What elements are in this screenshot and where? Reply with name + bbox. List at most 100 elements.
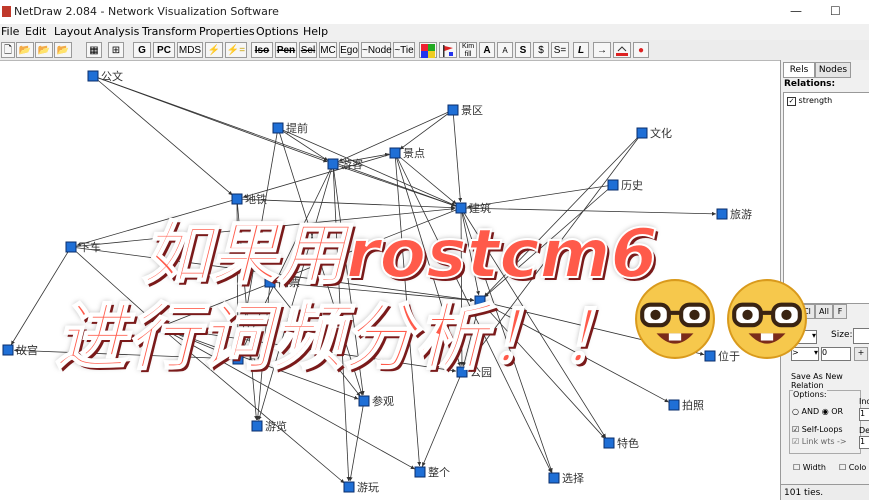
mc-button[interactable]: MC: [319, 42, 337, 58]
open-folder-2-icon[interactable]: 📂: [35, 42, 53, 58]
menu-help[interactable]: Help: [303, 25, 328, 38]
self-loops-checkbox[interactable]: ☑ Self-Loops: [792, 425, 843, 434]
nerd-face-icon: [727, 279, 807, 359]
threshold-value: 0: [822, 348, 828, 357]
menu-analysis[interactable]: Analysis: [94, 25, 139, 38]
kim-icon[interactable]: Kim fill: [459, 42, 477, 58]
node-label-zhengge: 整个: [428, 465, 450, 479]
node-button[interactable]: ~Node: [361, 42, 392, 58]
menu-transform[interactable]: Transform: [142, 25, 197, 38]
nerd-face-icon: [635, 279, 715, 359]
menu-properties[interactable]: Properties: [199, 25, 255, 38]
node-label-youke: 游客: [341, 157, 363, 171]
tab-rels[interactable]: Rels: [783, 62, 815, 78]
node-jingqu[interactable]: [447, 104, 459, 116]
color-grid-icon[interactable]: [419, 42, 437, 58]
plus-button[interactable]: +: [854, 347, 868, 361]
width-checkbox[interactable]: ☐ Width: [793, 463, 826, 472]
menu-file[interactable]: File: [1, 25, 19, 38]
toolbar: 🗋 📂 📂 📂 ▦ ⊞ G PC MDS ⚡ ⚡= Iso Pen Sel MC…: [0, 40, 869, 61]
menu-edit[interactable]: Edit: [25, 25, 46, 38]
node-paizhao[interactable]: [668, 399, 680, 411]
edge-tiqian-jianzhu: [277, 127, 456, 206]
node-gugong[interactable]: [2, 344, 14, 356]
menu-layout[interactable]: Layout: [54, 25, 91, 38]
node-wenhua[interactable]: [636, 127, 648, 139]
threshold-field[interactable]: 0: [821, 347, 851, 361]
de-label: De: [859, 426, 869, 435]
link-wts-checkbox[interactable]: ☑ Link wts ->: [792, 437, 847, 446]
minimize-button[interactable]: —: [790, 4, 802, 18]
node-xiache[interactable]: [65, 241, 77, 253]
overlay-title-line2: 进行词频分析！！: [54, 294, 632, 380]
pc-button[interactable]: PC: [153, 42, 175, 58]
node-tiqian[interactable]: [272, 122, 284, 134]
g-button[interactable]: G: [133, 42, 151, 58]
flag-icon[interactable]: [439, 42, 457, 58]
lightning-equal-icon[interactable]: ⚡=: [225, 42, 247, 58]
line-button[interactable]: L: [573, 42, 589, 58]
open-folder-3-icon[interactable]: 📂: [54, 42, 72, 58]
and-radio-label: AND: [801, 407, 820, 416]
node-youwan[interactable]: [343, 481, 355, 493]
relations-list[interactable]: ✓ strength: [783, 92, 869, 304]
dot-button[interactable]: ●: [633, 42, 649, 58]
node-xuanze[interactable]: [548, 472, 560, 484]
f-button[interactable]: F: [833, 304, 847, 319]
size-field[interactable]: [853, 328, 869, 344]
arrow-button[interactable]: →: [593, 42, 611, 58]
sel-button[interactable]: Sel: [299, 42, 317, 58]
color-checkbox[interactable]: ☐ Colo: [839, 463, 866, 472]
node-lishi[interactable]: [607, 179, 619, 191]
relation-item-strength[interactable]: ✓ strength: [787, 96, 832, 106]
node-jingdian[interactable]: [389, 147, 401, 159]
tab-nodes[interactable]: Nodes: [815, 62, 851, 78]
palette-icon[interactable]: [613, 42, 631, 58]
save-as-new-relation-button[interactable]: Save As New Relation: [791, 372, 869, 390]
ties-count: 101 ties.: [784, 488, 824, 498]
relation-item-label: strength: [798, 96, 833, 105]
node-tese[interactable]: [603, 437, 615, 449]
pen-button[interactable]: Pen: [275, 42, 297, 58]
node-label-lvyou: 旅游: [730, 207, 752, 221]
font-small-button[interactable]: A: [497, 42, 513, 58]
mds-button[interactable]: MDS: [177, 42, 203, 58]
ego-button[interactable]: Ego: [339, 42, 359, 58]
edge-gongwen-jianzhu: [92, 75, 456, 207]
font-large-button[interactable]: A: [479, 42, 495, 58]
inc-field[interactable]: 1: [859, 408, 869, 421]
tie-button[interactable]: ~Tie: [393, 42, 415, 58]
node-lvyou[interactable]: [716, 208, 728, 220]
edge-jingdian-jianzhu: [394, 152, 457, 205]
new-file-icon[interactable]: 🗋: [1, 42, 15, 58]
node-youlan[interactable]: [251, 420, 263, 432]
size-equal-button[interactable]: S=: [551, 42, 569, 58]
window-title: NetDraw 2.084 - Network Visualization So…: [14, 5, 279, 18]
width-label: Width: [802, 463, 826, 472]
open-folder-icon[interactable]: 📂: [16, 42, 34, 58]
node-zhengge[interactable]: [414, 466, 426, 478]
node-label-canguan: 参观: [372, 394, 394, 408]
node-label-tese: 特色: [617, 436, 639, 450]
checkbox-strength[interactable]: ✓: [787, 97, 796, 106]
all-button[interactable]: All: [815, 304, 833, 319]
edge-jingqu-jingdian: [399, 109, 454, 150]
node-label-jingdian: 景点: [403, 147, 425, 160]
and-or-radios[interactable]: ○ AND ◉ OR: [792, 407, 843, 416]
size-dollar-button[interactable]: $: [533, 42, 549, 58]
self-loops-label: Self-Loops: [801, 425, 843, 434]
menu-options[interactable]: Options: [256, 25, 298, 38]
maximize-button[interactable]: ☐: [830, 4, 841, 18]
screen-icon[interactable]: ▦: [86, 42, 102, 58]
iso-button[interactable]: Iso: [251, 42, 273, 58]
size-label: Size:: [831, 330, 853, 340]
grid-icon[interactable]: ⊞: [108, 42, 124, 58]
node-canguan[interactable]: [358, 395, 370, 407]
size-button[interactable]: S: [515, 42, 531, 58]
node-youke[interactable]: [327, 158, 339, 170]
lightning-icon[interactable]: ⚡: [205, 42, 223, 58]
node-gongwen[interactable]: [87, 70, 99, 82]
de-field[interactable]: 1: [859, 436, 869, 449]
inc-label: Inc: [859, 397, 869, 406]
node-label-paizhao: 拍照: [682, 398, 704, 412]
